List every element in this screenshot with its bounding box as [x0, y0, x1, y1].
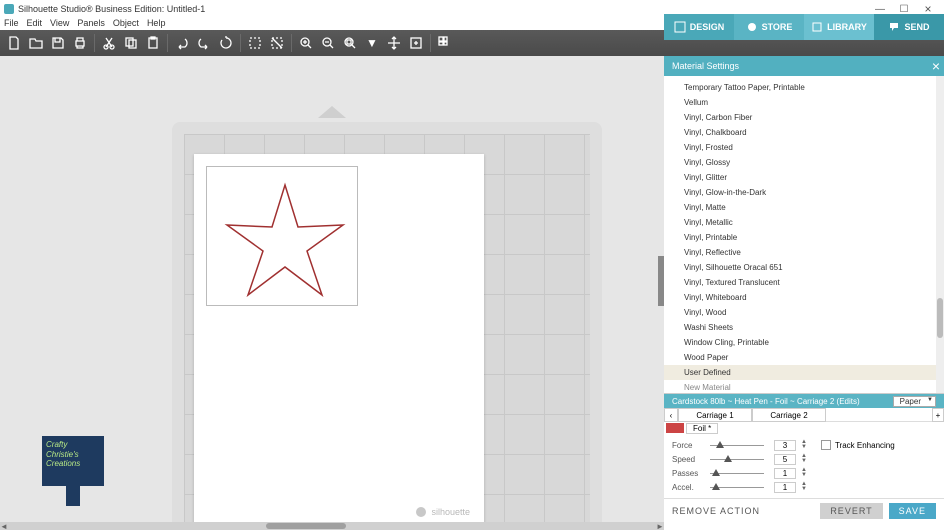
cutting-mat: silhouette — [172, 122, 602, 530]
foil-label[interactable]: Foil * — [686, 423, 718, 434]
material-item[interactable]: Vinyl, Reflective — [664, 245, 944, 260]
horizontal-scrollbar[interactable]: ◄ ► — [0, 522, 664, 530]
paper-dropdown[interactable]: Paper — [893, 396, 936, 407]
tab-library[interactable]: LIBRARY — [804, 14, 874, 40]
material-item[interactable]: Vinyl, Frosted — [664, 140, 944, 155]
passes-slider[interactable] — [710, 473, 764, 474]
track-enhancing-label: Track Enhancing — [835, 441, 895, 450]
save-button[interactable]: SAVE — [889, 503, 936, 519]
material-item[interactable]: Vinyl, Textured Translucent — [664, 275, 944, 290]
print-icon[interactable] — [70, 33, 90, 53]
star-shape[interactable] — [221, 181, 349, 305]
paste-icon[interactable] — [143, 33, 163, 53]
tab-store[interactable]: STORE — [734, 14, 804, 40]
cut-icon[interactable] — [99, 33, 119, 53]
copy-icon[interactable] — [121, 33, 141, 53]
revert-button[interactable]: REVERT — [820, 503, 882, 519]
canvas-area[interactable]: silhouette Crafty Christie's Creations ◄… — [0, 56, 664, 530]
material-item-new-material[interactable]: New Material — [664, 380, 944, 394]
material-scrollbar[interactable] — [936, 76, 944, 393]
remove-action-button[interactable]: REMOVE ACTION — [672, 506, 760, 516]
zoom-out-icon[interactable] — [318, 33, 338, 53]
material-list[interactable]: Temporary Tattoo Paper, PrintableVellumV… — [664, 76, 944, 394]
menu-view[interactable]: View — [50, 18, 69, 30]
material-item[interactable]: Vinyl, Whiteboard — [664, 290, 944, 305]
carriage-1-tab[interactable]: Carriage 1 — [678, 408, 752, 422]
undo-icon[interactable] — [172, 33, 192, 53]
menu-help[interactable]: Help — [147, 18, 166, 30]
passes-stepper[interactable]: ▲▼ — [801, 468, 807, 478]
accel-slider[interactable] — [710, 487, 764, 488]
selection-box[interactable] — [206, 166, 358, 306]
force-value[interactable]: 3 — [774, 440, 796, 451]
material-item[interactable]: Wood Paper — [664, 350, 944, 365]
force-slider[interactable] — [710, 445, 764, 446]
zoom-selection-icon[interactable] — [340, 33, 360, 53]
speed-value[interactable]: 5 — [774, 454, 796, 465]
app-icon — [4, 4, 14, 14]
tab-design[interactable]: DESIGN — [664, 14, 734, 40]
carriage-2-tab[interactable]: Carriage 2 — [752, 408, 826, 422]
material-item[interactable]: Vinyl, Silhouette Oracal 651 — [664, 260, 944, 275]
speed-label: Speed — [672, 455, 706, 464]
material-item[interactable]: Vinyl, Glossy — [664, 155, 944, 170]
material-item[interactable]: Window Cling, Printable — [664, 335, 944, 350]
speed-slider[interactable] — [710, 459, 764, 460]
material-item[interactable]: Temporary Tattoo Paper, Printable — [664, 80, 944, 95]
force-label: Force — [672, 441, 706, 450]
tab-send[interactable]: SEND — [874, 14, 944, 40]
menu-panels[interactable]: Panels — [77, 18, 105, 30]
new-file-icon[interactable] — [4, 33, 24, 53]
refresh-icon[interactable] — [216, 33, 236, 53]
window-title: Silhouette Studio® Business Edition: Unt… — [18, 4, 205, 14]
menu-edit[interactable]: Edit — [27, 18, 43, 30]
scroll-right-icon[interactable]: ► — [656, 522, 664, 530]
foil-color-swatch[interactable] — [666, 423, 684, 433]
menu-object[interactable]: Object — [113, 18, 139, 30]
scrollbar-thumb[interactable] — [266, 523, 346, 529]
panel-header: Material Settings × — [664, 56, 944, 76]
save-icon[interactable] — [48, 33, 68, 53]
material-item[interactable]: Vinyl, Matte — [664, 200, 944, 215]
track-enhancing-checkbox[interactable] — [821, 440, 831, 450]
zoom-dropdown-icon[interactable]: ▼ — [362, 33, 382, 53]
material-item[interactable]: Vinyl, Metallic — [664, 215, 944, 230]
open-folder-icon[interactable] — [26, 33, 46, 53]
redo-icon[interactable] — [194, 33, 214, 53]
material-item[interactable]: Vinyl, Glow-in-the-Dark — [664, 185, 944, 200]
silhouette-logo: silhouette — [415, 506, 470, 518]
accel-stepper[interactable]: ▲▼ — [801, 482, 807, 492]
material-item[interactable]: Vinyl, Glitter — [664, 170, 944, 185]
deselect-icon[interactable] — [267, 33, 287, 53]
scroll-left-icon[interactable]: ◄ — [0, 522, 8, 530]
section-header: Cardstock 80lb ~ Heat Pen - Foil ~ Carri… — [664, 394, 944, 408]
fit-page-icon[interactable] — [406, 33, 426, 53]
accel-label: Accel. — [672, 483, 706, 492]
material-item[interactable]: Vellum — [664, 95, 944, 110]
passes-value[interactable]: 1 — [774, 468, 796, 479]
grid-icon[interactable] — [435, 33, 455, 53]
passes-label: Passes — [672, 469, 706, 478]
carriage-prev-button[interactable]: ‹ — [664, 408, 678, 422]
artboard[interactable] — [194, 154, 484, 524]
material-item[interactable]: Vinyl, Carbon Fiber — [664, 110, 944, 125]
accel-value[interactable]: 1 — [774, 482, 796, 493]
material-item-user-defined[interactable]: User Defined — [664, 365, 944, 380]
material-item[interactable]: Washi Sheets — [664, 320, 944, 335]
feed-arrow-icon — [318, 106, 346, 118]
select-all-icon[interactable] — [245, 33, 265, 53]
menu-file[interactable]: File — [4, 18, 19, 30]
carriage-add-button[interactable]: + — [932, 408, 944, 422]
speed-stepper[interactable]: ▲▼ — [801, 454, 807, 464]
panel-close-icon[interactable]: × — [932, 58, 940, 74]
material-item[interactable]: Vinyl, Wood — [664, 305, 944, 320]
watermark-logo: Crafty Christie's Creations — [42, 436, 104, 506]
zoom-in-icon[interactable] — [296, 33, 316, 53]
pan-icon[interactable] — [384, 33, 404, 53]
material-item[interactable]: Vinyl, Chalkboard — [664, 125, 944, 140]
material-item[interactable]: Vinyl, Printable — [664, 230, 944, 245]
force-stepper[interactable]: ▲▼ — [801, 440, 807, 450]
